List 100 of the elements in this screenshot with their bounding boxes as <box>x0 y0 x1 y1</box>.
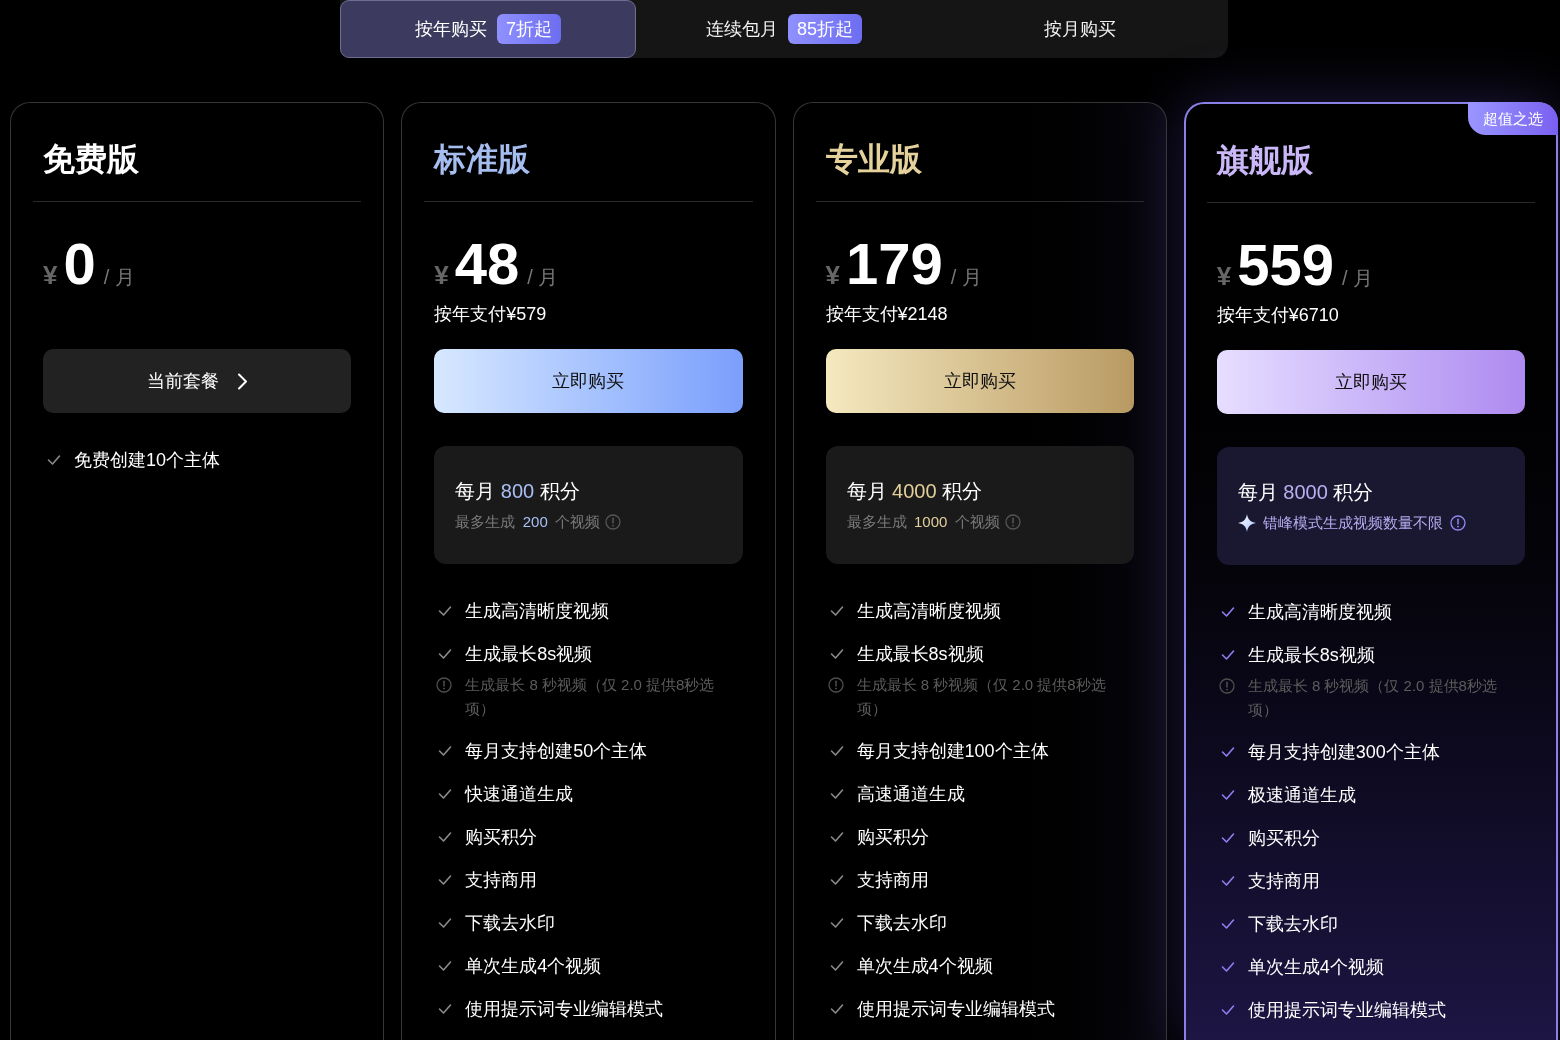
check-icon <box>1220 917 1235 931</box>
check-icon <box>829 959 844 973</box>
feature-text: 免费创建10个主体 <box>74 449 221 472</box>
feature-text: 单次生成4个视频 <box>465 955 602 978</box>
monthly-credits: 每月 4000 积分 <box>846 479 984 504</box>
check-icon <box>1220 960 1235 974</box>
check-icon <box>438 604 453 618</box>
video-limit-text: 最多生成 200 个视频 <box>455 512 601 532</box>
check-icon <box>829 1002 844 1016</box>
feature-text: 生成高清晰度视频 <box>465 600 610 623</box>
feature-text: 购买积分 <box>1247 827 1320 850</box>
currency-symbol: ¥ <box>434 260 449 290</box>
check-icon <box>829 787 844 801</box>
price-period: / 月 <box>527 265 559 290</box>
feature-note: 生成最长 8 秒视频（仅 2.0 提供8秒选项） <box>856 675 1107 719</box>
feature-text: 支持商用 <box>1247 870 1320 893</box>
buy-button[interactable]: 立即购买 <box>434 349 743 413</box>
unlimited-videos-text: 错峰模式生成视频数量不限 <box>1262 513 1443 533</box>
feature-text: 单次生成4个视频 <box>1247 956 1384 979</box>
feature-text: 下载去水印 <box>1247 913 1338 936</box>
check-icon <box>1220 605 1235 619</box>
tab-label: 按年购买 <box>415 18 487 41</box>
price-amount: 179 <box>845 232 943 296</box>
discount-badge: 7折起 <box>497 14 561 44</box>
check-icon <box>1220 648 1235 662</box>
feature-text: 支持商用 <box>856 869 929 892</box>
check-icon <box>438 873 453 887</box>
check-icon <box>438 787 453 801</box>
price-amount: 0 <box>63 232 96 296</box>
feature-text: 每月支持创建100个主体 <box>856 740 1049 763</box>
info-icon <box>436 677 453 693</box>
video-limit-text: 最多生成 1000 个视频 <box>846 512 1000 532</box>
info-icon <box>827 677 844 693</box>
info-icon <box>1449 515 1466 531</box>
info-icon <box>605 514 622 530</box>
feature-text: 使用提示词专业编辑模式 <box>856 998 1055 1021</box>
feature-text: 下载去水印 <box>856 912 947 935</box>
feature-note: 生成最长 8 秒视频（仅 2.0 提供8秒选项） <box>1247 676 1498 720</box>
feature-text: 生成高清晰度视频 <box>1247 601 1392 624</box>
info-icon <box>1218 678 1235 694</box>
check-icon <box>1220 1003 1235 1017</box>
buy-button[interactable]: 立即购买 <box>825 349 1134 413</box>
annual-total: 按年支付¥6710 <box>1216 304 1340 327</box>
check-icon <box>438 1002 453 1016</box>
feature-text: 购买积分 <box>465 826 538 849</box>
current-plan-button[interactable]: 当前套餐 <box>43 349 352 413</box>
tab-label: 按月购买 <box>1044 18 1116 41</box>
check-icon <box>438 744 453 758</box>
monthly-credits: 每月 800 积分 <box>455 479 581 504</box>
check-icon <box>829 604 844 618</box>
check-icon <box>438 830 453 844</box>
plan-title: 免费版 <box>42 140 140 179</box>
currency-symbol: ¥ <box>825 260 840 290</box>
feature-note: 生成最长 8 秒视频（仅 2.0 提供8秒选项） <box>465 675 716 719</box>
feature-text: 使用提示词专业编辑模式 <box>1247 999 1446 1022</box>
buy-button[interactable]: 立即购买 <box>1216 350 1525 414</box>
check-icon <box>829 830 844 844</box>
feature-text: 购买积分 <box>856 826 929 849</box>
feature-text: 单次生成4个视频 <box>856 955 993 978</box>
check-icon <box>829 916 844 930</box>
check-icon <box>1220 745 1235 759</box>
discount-badge: 85折起 <box>788 14 862 44</box>
price-amount: 559 <box>1237 233 1334 297</box>
feature-text: 下载去水印 <box>465 912 556 935</box>
annual-total: 按年支付¥579 <box>434 303 548 326</box>
price-period: / 月 <box>950 265 982 290</box>
check-icon <box>47 453 61 467</box>
check-icon <box>829 647 844 661</box>
billing-tab[interactable]: 连续包月 85折起 <box>636 0 932 58</box>
feature-text: 生成最长8s视频 <box>465 643 593 666</box>
tab-label: 连续包月 <box>706 18 778 41</box>
feature-text: 生成最长8s视频 <box>1247 644 1375 667</box>
check-icon <box>1220 831 1235 845</box>
check-icon <box>829 744 844 758</box>
check-icon <box>1220 874 1235 888</box>
feature-text: 支持商用 <box>465 869 538 892</box>
check-icon <box>829 873 844 887</box>
feature-text: 生成高清晰度视频 <box>856 600 1001 623</box>
info-icon <box>1004 514 1021 530</box>
currency-symbol: ¥ <box>1216 261 1232 291</box>
feature-text: 使用提示词专业编辑模式 <box>465 998 664 1021</box>
check-icon <box>438 647 453 661</box>
feature-text: 生成最长8s视频 <box>856 643 984 666</box>
plan-title: 专业版 <box>824 140 923 179</box>
price-period: / 月 <box>1342 266 1374 291</box>
plan-title: 标准版 <box>432 140 532 179</box>
feature-text: 高速通道生成 <box>856 783 965 806</box>
check-icon <box>438 916 453 930</box>
billing-tab[interactable]: 按月购买 <box>932 0 1228 58</box>
recommend-badge: 超值之选 <box>1468 102 1558 135</box>
plan-title: 旗舰版 <box>1215 141 1314 180</box>
price-period: / 月 <box>103 265 135 290</box>
check-icon <box>1220 788 1235 802</box>
annual-total: 按年支付¥2148 <box>825 303 949 326</box>
feature-text: 极速通道生成 <box>1247 784 1356 807</box>
monthly-credits: 每月 8000 积分 <box>1237 480 1375 505</box>
currency-symbol: ¥ <box>43 260 58 290</box>
billing-tab[interactable]: 按年购买 7折起 <box>340 0 636 58</box>
price-amount: 48 <box>454 232 520 296</box>
feature-text: 每月支持创建300个主体 <box>1247 741 1440 764</box>
